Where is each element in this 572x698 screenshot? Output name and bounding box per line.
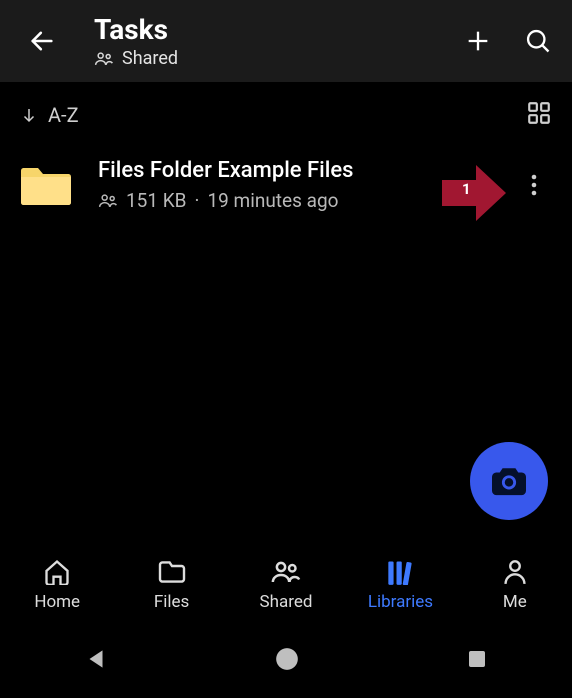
bottom-nav: Home Files Shared Libraries Me (0, 546, 572, 624)
page-subtitle: Shared (122, 48, 178, 69)
add-button[interactable] (462, 25, 494, 57)
view-toggle-button[interactable] (526, 100, 552, 130)
sys-recent-button[interactable] (465, 647, 489, 675)
page-title: Tasks (94, 13, 462, 46)
item-more-button[interactable] (514, 165, 554, 205)
shared-icon (98, 193, 118, 209)
nav-libraries-label: Libraries (368, 592, 433, 612)
plus-icon (464, 27, 492, 55)
nav-libraries[interactable]: Libraries (343, 558, 457, 612)
item-meta: 151 KB · 19 minutes ago (98, 189, 514, 212)
camera-icon (492, 466, 526, 496)
file-list: Files Folder Example Files 151 KB · 19 m… (0, 148, 572, 222)
sort-control[interactable]: A-Z (20, 103, 79, 127)
search-button[interactable] (522, 25, 554, 57)
home-icon (43, 559, 71, 585)
square-recent-icon (465, 647, 489, 671)
nav-home-label: Home (34, 592, 80, 612)
people-icon (271, 560, 301, 584)
sys-back-button[interactable] (83, 646, 109, 676)
nav-home[interactable]: Home (0, 558, 114, 612)
nav-shared-label: Shared (260, 592, 313, 612)
person-icon (503, 559, 527, 585)
meta-separator: · (195, 189, 200, 212)
nav-files[interactable]: Files (114, 558, 228, 612)
folder-outline-icon (157, 560, 187, 584)
system-nav (0, 624, 572, 698)
list-item[interactable]: Files Folder Example Files 151 KB · 19 m… (12, 148, 560, 222)
item-size: 151 KB (126, 189, 187, 212)
search-icon (524, 27, 552, 55)
item-modified: 19 minutes ago (207, 189, 338, 212)
nav-me-label: Me (503, 592, 527, 612)
nav-me[interactable]: Me (458, 558, 572, 612)
sys-home-button[interactable] (274, 646, 300, 676)
more-vert-icon (531, 173, 537, 197)
sort-row: A-Z (0, 82, 572, 148)
grid-icon (526, 100, 552, 126)
library-icon (386, 559, 414, 585)
camera-fab[interactable] (470, 442, 548, 520)
title-block: Tasks Shared (94, 13, 462, 69)
circle-home-icon (274, 646, 300, 672)
folder-icon (18, 161, 74, 209)
arrow-left-icon (28, 27, 56, 55)
triangle-back-icon (83, 646, 109, 672)
nav-files-label: Files (154, 592, 189, 612)
app-bar: Tasks Shared (0, 0, 572, 82)
arrow-down-icon (20, 106, 38, 124)
shared-icon (94, 51, 114, 67)
app-bar-actions (462, 25, 554, 57)
item-title: Files Folder Example Files (98, 158, 514, 183)
item-body: Files Folder Example Files 151 KB · 19 m… (98, 158, 514, 212)
nav-shared[interactable]: Shared (229, 558, 343, 612)
subtitle-row: Shared (94, 48, 462, 69)
sort-mode-label: A-Z (48, 103, 79, 127)
back-button[interactable] (18, 17, 66, 65)
